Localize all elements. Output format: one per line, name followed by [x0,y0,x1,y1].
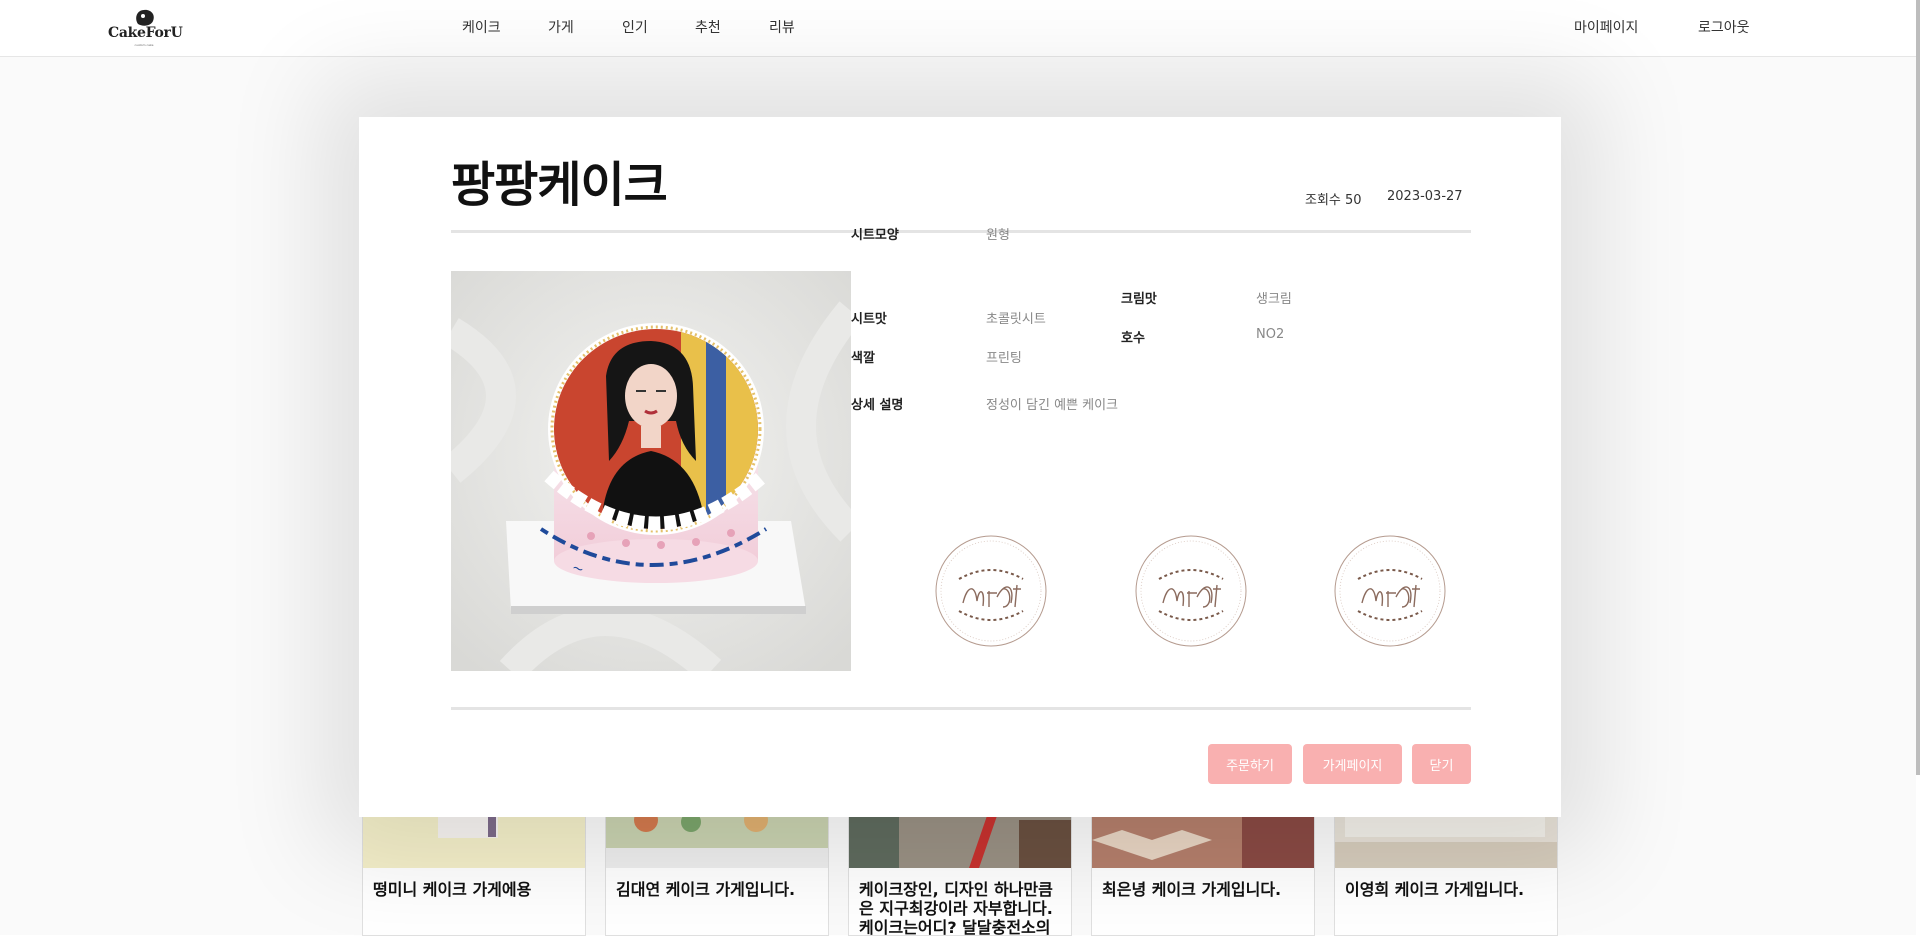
logo-tagline: custom cake [134,43,154,47]
size-value: NO2 [1256,327,1285,342]
logo-text: CakeForU [108,25,183,41]
cakeforu-stamp-icon[interactable] [1131,531,1251,651]
store-card[interactable]: 떵미니 케이크 가게에용 [362,810,586,936]
logo[interactable]: CakeForU custom cake [108,8,183,48]
store-card-image [1092,810,1314,868]
store-card-title: 최은녕 케이크 가게입니다. [1102,880,1282,899]
nav-cake[interactable]: 케이크 [462,17,501,37]
cream-label: 크림맛 [1121,292,1157,307]
cream-value: 생크림 [1256,292,1292,307]
color-value: 프린팅 [986,351,1022,366]
nav-recommend[interactable]: 추천 [695,17,721,37]
store-card-image [606,810,828,868]
page-scrollbar[interactable] [1916,0,1920,775]
mypage-link[interactable]: 마이페이지 [1574,17,1638,37]
store-card[interactable]: 이영희 케이크 가게입니다. [1334,810,1558,936]
color-label: 색깔 [851,351,875,366]
description-value: 정성이 담긴 예쁜 케이크 [986,398,1118,413]
sheet-shape-label: 시트모양 [851,228,899,243]
nav-popular[interactable]: 인기 [622,17,648,37]
sheet-shape-value: 원형 [986,228,1010,243]
size-label: 호수 [1121,331,1145,346]
bottom-divider [451,707,1471,710]
logout-link[interactable]: 로그아웃 [1698,17,1750,37]
nav-review[interactable]: 리뷰 [769,17,795,37]
close-button[interactable]: 닫기 [1412,744,1471,784]
store-card-title: 김대연 케이크 가게입니다. [616,880,796,899]
store-card-image [1335,810,1557,868]
order-button[interactable]: 주문하기 [1208,744,1292,784]
cake-photo: ~ [451,271,851,671]
store-page-button[interactable]: 가게페이지 [1303,744,1402,784]
description-label: 상세 설명 [851,398,904,413]
nav-store[interactable]: 가게 [548,17,574,37]
store-card-title: 떵미니 케이크 가게에용 [373,880,532,899]
store-card[interactable]: 최은녕 케이크 가게입니다. [1091,810,1315,936]
view-count: 조회수 50 [1305,193,1362,208]
store-card[interactable]: 케이크장인, 디자인 하나만큼은 지구최강이라 자부합니다. 케이크는어디? 달… [848,810,1072,936]
post-date: 2023-03-27 [1387,189,1463,204]
sheet-flavor-value: 초콜릿시트 [986,312,1046,327]
cakeforu-stamp-icon[interactable] [931,531,1051,651]
store-card-title: 케이크장인, 디자인 하나만큼은 지구최강이라 자부합니다. 케이크는어디? 달… [859,880,1053,936]
cake-detail-modal: 팡팡케이크 조회수 50 2023-03-27 ~ 시트모양 원형 시트맛 초콜… [359,117,1561,817]
store-card-image [363,810,585,868]
cake-title: 팡팡케이크 [451,157,668,213]
store-card-image [849,810,1071,868]
sheet-flavor-label: 시트맛 [851,312,887,327]
top-navbar: CakeForU custom cake 케이크 가게 인기 추천 리뷰 마이페… [0,0,1916,57]
store-card-title: 이영희 케이크 가게입니다. [1345,880,1525,899]
store-card-list: 떵미니 케이크 가게에용 김대연 케이크 가게입니다. 케이크장인, 디자인 하… [362,810,1562,936]
cakeforu-stamp-icon[interactable] [1330,531,1450,651]
store-card[interactable]: 김대연 케이크 가게입니다. [605,810,829,936]
top-divider [451,230,1471,233]
